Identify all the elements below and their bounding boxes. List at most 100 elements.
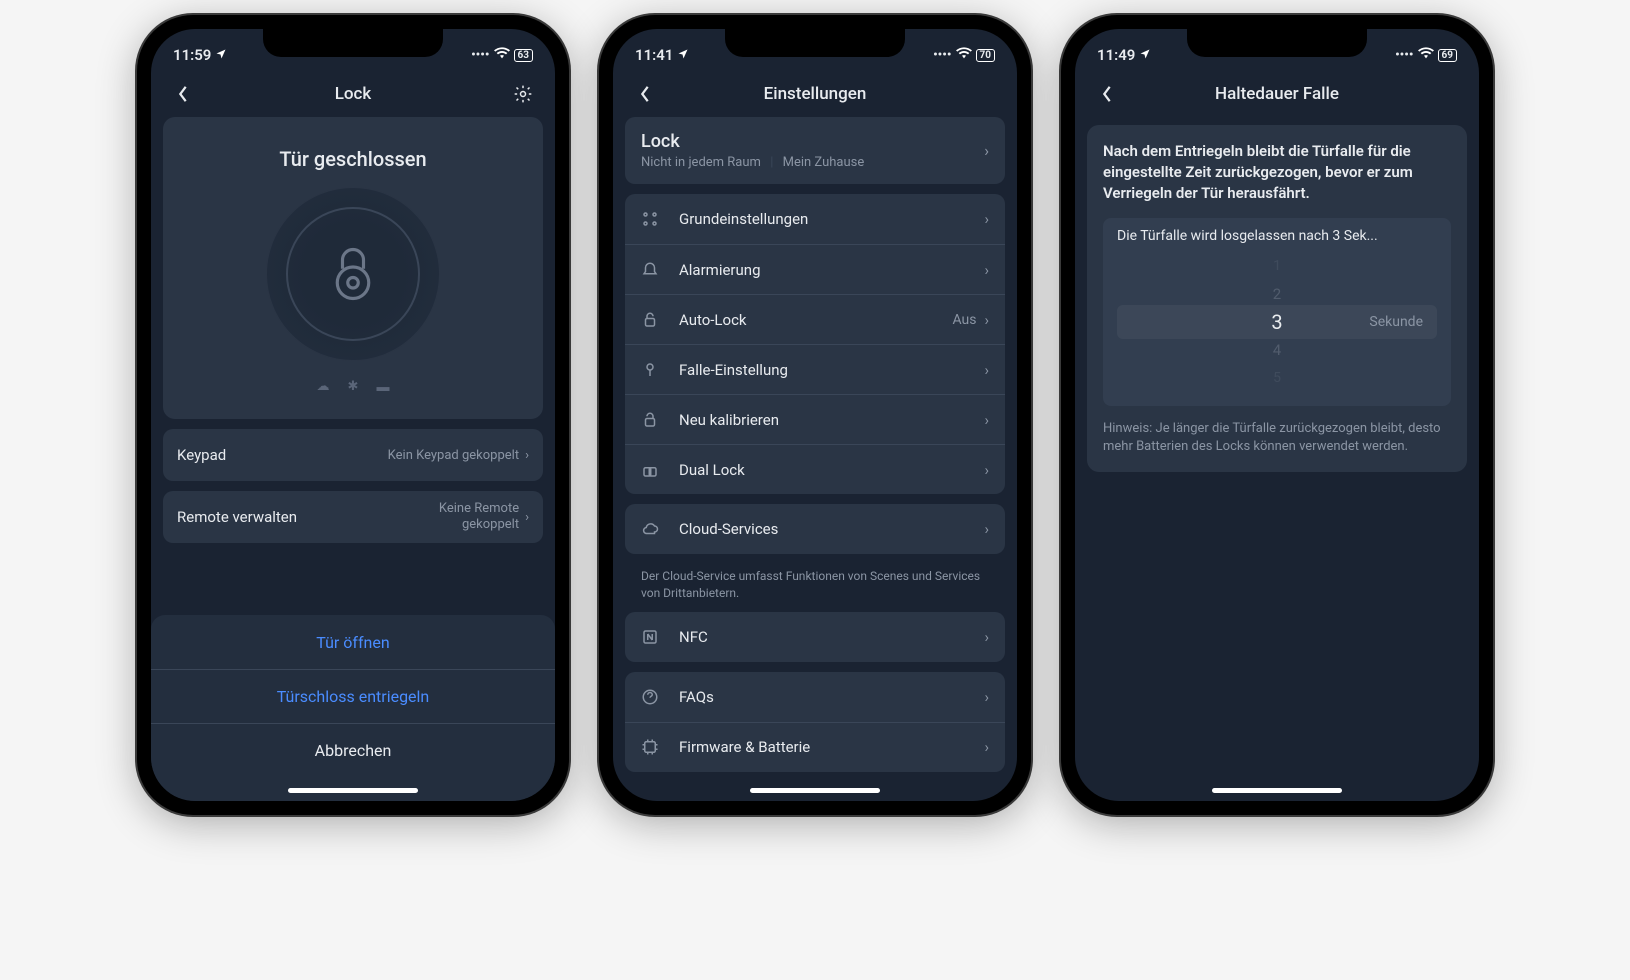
chevron-right-icon: › xyxy=(525,510,529,525)
device-card[interactable]: Lock Nicht in jedem Raum | Mein Zuhause … xyxy=(625,117,1005,184)
row-recalibrate[interactable]: Neu kalibrieren › xyxy=(625,394,1005,444)
picker-option: 1 xyxy=(1117,252,1437,280)
clock: 11:59 xyxy=(173,46,211,64)
chevron-right-icon: › xyxy=(984,738,989,756)
duration-picker[interactable]: 1 2 3 4 5 Sekunde xyxy=(1117,252,1437,392)
settings-button[interactable] xyxy=(507,84,539,104)
chevron-right-icon: › xyxy=(984,210,989,228)
battery-icon: 70 xyxy=(976,49,995,62)
settings-group-info: FAQs › Firmware & Batterie › xyxy=(625,672,1005,772)
info-card: Nach dem Entriegeln bleibt die Türfalle … xyxy=(1087,125,1467,472)
row-basics[interactable]: Grundeinstellungen › xyxy=(625,194,1005,244)
row-alarm[interactable]: Alarmierung › xyxy=(625,244,1005,294)
keypad-trail: Kein Keypad gekoppelt xyxy=(388,448,519,463)
cloud-icon: ☁ xyxy=(317,379,330,395)
location-icon xyxy=(1139,46,1151,64)
autolock-icon xyxy=(641,311,667,329)
action-sheet: Tür öffnen Türschloss entriegeln Abbrech… xyxy=(151,615,555,801)
wifi-icon xyxy=(956,47,972,63)
nfc-icon xyxy=(641,628,667,646)
location-icon xyxy=(215,46,227,64)
remote-label: Remote verwalten xyxy=(177,508,297,526)
picker-box: Die Türfalle wird losgelassen nach 3 Sek… xyxy=(1103,218,1451,406)
lock-hero: Tür geschlossen ☁ ✱ ▬ xyxy=(163,117,543,419)
lock-button[interactable] xyxy=(266,187,440,361)
remote-trail2: gekoppelt xyxy=(462,517,519,533)
picker-unit: Sekunde xyxy=(1369,314,1423,330)
clock: 11:41 xyxy=(635,46,673,64)
grid-icon xyxy=(641,210,667,228)
row-latch[interactable]: Falle-Einstellung › xyxy=(625,344,1005,394)
recalibrate-icon xyxy=(641,411,667,429)
location-icon xyxy=(677,46,689,64)
door-status: Tür geschlossen xyxy=(279,147,426,171)
keypad-row[interactable]: Keypad Kein Keypad gekoppelt › xyxy=(163,429,543,481)
open-door-button[interactable]: Tür öffnen xyxy=(151,615,555,669)
chevron-right-icon: › xyxy=(525,448,529,463)
phone-settings-screen: 11:41 •••• 70 Einstellungen xyxy=(599,15,1031,815)
wifi-icon xyxy=(494,47,510,63)
battery-icon: ▬ xyxy=(376,379,389,395)
cancel-button[interactable]: Abbrechen xyxy=(151,723,555,777)
connection-icons: ☁ ✱ ▬ xyxy=(317,379,390,395)
page-title: Haltedauer Falle xyxy=(1123,84,1431,104)
info-note: Hinweis: Je länger die Türfalle zurückge… xyxy=(1103,420,1451,456)
autolock-value: Aus xyxy=(952,312,976,328)
chevron-right-icon: › xyxy=(984,461,989,479)
nav-bar: Haltedauer Falle xyxy=(1075,71,1479,117)
chevron-right-icon: › xyxy=(984,141,989,160)
device-room: Nicht in jedem Raum xyxy=(641,155,761,170)
row-cloud[interactable]: Cloud-Services › xyxy=(625,504,1005,554)
cloud-icon xyxy=(641,520,667,538)
signal-icon: •••• xyxy=(933,48,951,63)
settings-group-main: Grundeinstellungen › Alarmierung › Auto-… xyxy=(625,194,1005,494)
bluetooth-icon: ✱ xyxy=(348,379,359,395)
duallock-icon xyxy=(641,461,667,479)
firmware-icon xyxy=(641,738,667,756)
battery-icon: 69 xyxy=(1438,49,1457,62)
page-title: Lock xyxy=(199,84,507,104)
bell-icon xyxy=(641,261,667,279)
settings-group-nfc: NFC › xyxy=(625,612,1005,662)
battery-icon: 63 xyxy=(514,49,533,62)
help-icon xyxy=(641,688,667,706)
clock: 11:49 xyxy=(1097,46,1135,64)
status-bar: 11:59 •••• 63 xyxy=(151,29,555,71)
status-bar: 11:49 •••• 69 xyxy=(1075,29,1479,71)
picker-option: 4 xyxy=(1117,336,1437,364)
chevron-right-icon: › xyxy=(984,261,989,279)
nav-bar: Einstellungen xyxy=(613,71,1017,117)
row-duallock[interactable]: Dual Lock › xyxy=(625,444,1005,494)
chevron-right-icon: › xyxy=(984,411,989,429)
phone-lock-screen: 11:59 •••• 63 Lock xyxy=(137,15,569,815)
back-button[interactable] xyxy=(629,85,661,103)
wifi-icon xyxy=(1418,47,1434,63)
phone-latch-duration-screen: 11:49 •••• 69 Haltedauer Falle xyxy=(1061,15,1493,815)
cloud-note: Der Cloud-Service umfasst Funktionen von… xyxy=(625,564,1005,612)
row-faqs[interactable]: FAQs › xyxy=(625,672,1005,722)
status-bar: 11:41 •••• 70 xyxy=(613,29,1017,71)
home-indicator[interactable] xyxy=(750,788,880,793)
back-button[interactable] xyxy=(167,85,199,103)
unlock-button[interactable]: Türschloss entriegeln xyxy=(151,669,555,723)
back-button[interactable] xyxy=(1091,85,1123,103)
row-firmware[interactable]: Firmware & Batterie › xyxy=(625,722,1005,772)
latch-icon xyxy=(641,361,667,379)
device-name: Lock xyxy=(641,131,864,152)
chevron-right-icon: › xyxy=(984,311,989,329)
remote-row[interactable]: Remote verwalten Keine Remote gekoppelt … xyxy=(163,491,543,543)
row-autolock[interactable]: Auto-Lock Aus › xyxy=(625,294,1005,344)
chevron-right-icon: › xyxy=(984,520,989,538)
picker-option: 2 xyxy=(1117,280,1437,308)
settings-group-cloud: Cloud-Services › xyxy=(625,504,1005,554)
chevron-right-icon: › xyxy=(984,361,989,379)
row-nfc[interactable]: NFC › xyxy=(625,612,1005,662)
home-indicator[interactable] xyxy=(288,788,418,793)
chevron-right-icon: › xyxy=(984,628,989,646)
picker-option: 5 xyxy=(1117,364,1437,392)
home-indicator[interactable] xyxy=(1212,788,1342,793)
keypad-label: Keypad xyxy=(177,446,226,464)
page-title: Einstellungen xyxy=(661,84,969,104)
device-home: Mein Zuhause xyxy=(783,155,865,170)
picker-label: Die Türfalle wird losgelassen nach 3 Sek… xyxy=(1117,228,1437,244)
